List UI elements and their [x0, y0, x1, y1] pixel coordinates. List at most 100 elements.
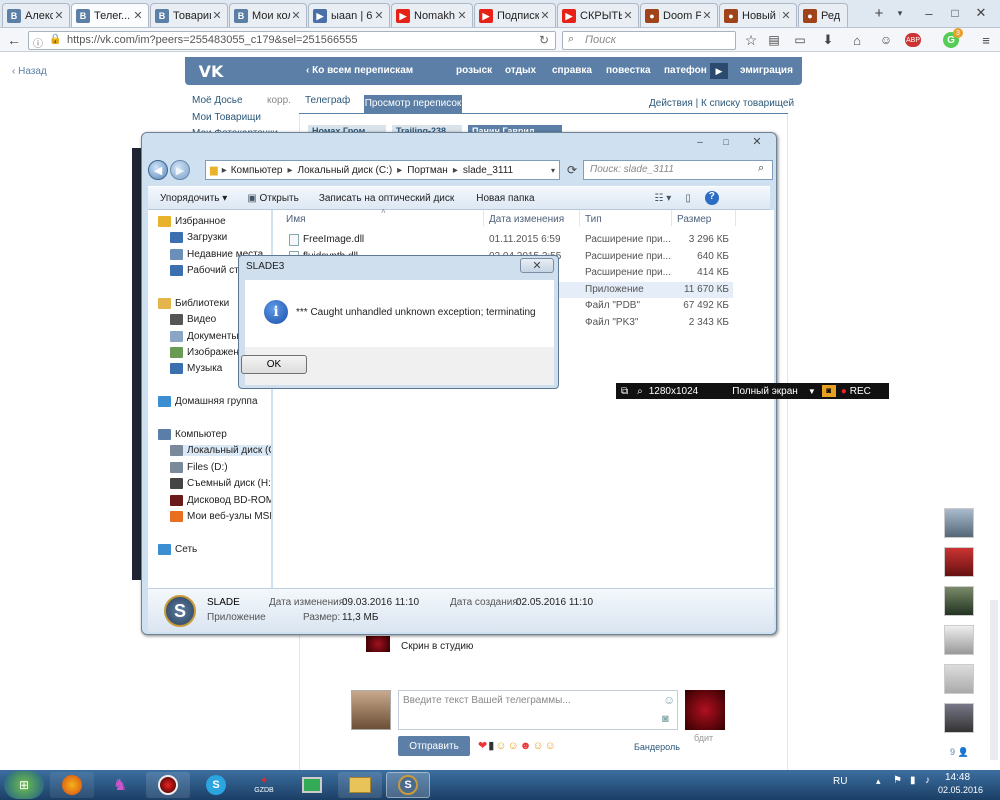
- nav-otdykh[interactable]: отдых: [505, 65, 536, 76]
- view-options-icon[interactable]: ☷ ▾: [655, 193, 672, 204]
- close-icon[interactable]: ✕: [972, 4, 990, 22]
- recorder-rec[interactable]: REC: [850, 386, 871, 397]
- nav-item[interactable]: Съемный диск (H:): [170, 478, 271, 489]
- pocket-icon[interactable]: ▭: [792, 31, 808, 49]
- column-divider[interactable]: [671, 210, 672, 226]
- action-center-icon[interactable]: ⚑: [893, 775, 902, 786]
- search-input[interactable]: ⌕ Поиск: [562, 31, 736, 50]
- record-dot-icon[interactable]: ●: [841, 386, 847, 397]
- smiley-icon[interactable]: ☺: [878, 31, 894, 49]
- open-button[interactable]: ▣ Открыть: [247, 193, 299, 204]
- nav-item[interactable]: Мои веб-узлы MSN: [170, 511, 271, 522]
- nav-item[interactable]: Домашняя группа: [158, 396, 258, 407]
- bookmark-star-icon[interactable]: ☆: [743, 31, 759, 49]
- taskbar-monitor[interactable]: [290, 772, 334, 798]
- tab-close-icon[interactable]: ✕: [539, 9, 551, 22]
- maximize-icon[interactable]: □: [714, 135, 738, 149]
- taskbar-skype[interactable]: S: [194, 772, 238, 798]
- page-scrollbar[interactable]: [990, 600, 998, 760]
- breadcrumb-computer[interactable]: Компьютер: [231, 165, 283, 176]
- nav-item[interactable]: Дисковод BD-ROM: [170, 495, 271, 506]
- tab-close-icon[interactable]: ✕: [622, 9, 634, 22]
- online-friend-avatar[interactable]: [944, 625, 974, 655]
- nav-item[interactable]: Библиотеки: [158, 298, 229, 309]
- browser-tab[interactable]: B Товарищ...✕: [150, 3, 228, 27]
- play-icon[interactable]: ▶: [710, 63, 728, 79]
- menu-icon[interactable]: ≡: [978, 31, 994, 49]
- clock-time[interactable]: 14:48: [945, 772, 970, 783]
- home-icon[interactable]: ⌂: [849, 31, 865, 49]
- smile-emoji-icon[interactable]: ☺☺: [495, 740, 519, 752]
- camera-icon[interactable]: ◙: [821, 385, 836, 397]
- download-icon[interactable]: ⬇: [820, 31, 836, 49]
- browser-tab[interactable]: ● Новый D...✕: [719, 3, 797, 27]
- new-folder-button[interactable]: Новая папка: [476, 193, 534, 204]
- vk-logo[interactable]: VK: [193, 61, 229, 81]
- tab-close-icon[interactable]: ✕: [211, 9, 223, 22]
- browser-tab[interactable]: ● Doom Po...✕: [640, 3, 718, 27]
- explorer-search-input[interactable]: Поиск: slade_3111 ⌕: [583, 160, 773, 180]
- nav-povestka[interactable]: повестка: [606, 65, 651, 76]
- burn-button[interactable]: Записать на оптический диск: [319, 193, 454, 204]
- parcel-link[interactable]: Бандероль: [634, 742, 680, 752]
- column-size[interactable]: Размер: [677, 214, 711, 225]
- heart-emoji-icon[interactable]: ❤: [478, 740, 488, 752]
- sidebar-item-friends[interactable]: Мои Товарищи: [192, 112, 261, 123]
- nav-spravka[interactable]: справка: [552, 65, 592, 76]
- reload-icon[interactable]: ↻: [539, 33, 549, 47]
- minimize-icon[interactable]: –: [688, 135, 712, 149]
- file-row[interactable]: FreeImage.dll 01.11.2015 6:59 Расширение п…: [273, 232, 733, 248]
- new-tab-icon[interactable]: +: [872, 5, 886, 22]
- nav-item[interactable]: Избранное: [158, 216, 226, 227]
- recorder-mode[interactable]: Полный экран: [732, 386, 798, 397]
- browser-tab[interactable]: B Мои колл...✕: [229, 3, 307, 27]
- love-emoji-icon[interactable]: ☻: [520, 740, 533, 752]
- browser-tab[interactable]: ▶ Подписк...✕: [474, 3, 556, 27]
- online-friend-avatar[interactable]: [944, 703, 974, 733]
- back-link[interactable]: ‹ Назад: [12, 66, 47, 77]
- maximize-icon[interactable]: □: [946, 4, 964, 22]
- adblock-icon[interactable]: ABP: [905, 33, 921, 47]
- my-avatar[interactable]: [351, 690, 391, 730]
- network-icon[interactable]: ▮: [910, 775, 916, 786]
- refresh-icon[interactable]: ⟳: [564, 161, 580, 179]
- tab-close-icon[interactable]: ✕: [456, 9, 468, 22]
- taskbar-game[interactable]: ♞: [98, 772, 142, 798]
- column-type[interactable]: Тип: [585, 214, 602, 225]
- forward-arrow-icon[interactable]: ▶: [170, 160, 190, 180]
- taskbar-record-app[interactable]: [146, 772, 190, 798]
- peer-avatar[interactable]: [685, 690, 725, 730]
- info-icon[interactable]: ⓘ: [33, 35, 43, 50]
- online-friend-avatar[interactable]: [944, 547, 974, 577]
- minimize-icon[interactable]: –: [920, 4, 938, 22]
- column-name[interactable]: Имя: [286, 214, 305, 225]
- taskbar-gzdb[interactable]: ✦ GZDB: [242, 772, 286, 798]
- nav-item[interactable]: Документы: [170, 331, 239, 342]
- sidebar-item-dossier[interactable]: Моё Досье: [192, 95, 243, 106]
- tab-close-icon[interactable]: ✕: [701, 9, 713, 22]
- nav-item[interactable]: Компьютер: [158, 429, 227, 440]
- send-button[interactable]: Отправить: [398, 736, 470, 756]
- address-bar[interactable]: ▆ ▸ Компьютер ▸ Локальный диск (C:) ▸ По…: [205, 160, 560, 180]
- volume-icon[interactable]: ♪: [925, 775, 930, 786]
- online-friend-avatar[interactable]: [944, 586, 974, 616]
- organize-button[interactable]: Упорядочить ▾: [160, 193, 227, 204]
- back-arrow-icon[interactable]: ◀: [148, 160, 168, 180]
- nav-rozysk[interactable]: розыск: [456, 65, 492, 76]
- column-divider[interactable]: [483, 210, 484, 226]
- nav-item[interactable]: Музыка: [170, 363, 222, 374]
- column-divider[interactable]: [735, 210, 736, 226]
- nav-item[interactable]: Локальный диск (C:): [170, 445, 271, 456]
- ok-button[interactable]: OK: [241, 355, 307, 374]
- breadcrumb-folder[interactable]: Портман: [407, 165, 448, 176]
- start-button[interactable]: ⊞: [4, 771, 44, 799]
- column-date[interactable]: Дата изменения: [489, 214, 564, 225]
- camera-icon[interactable]: ◙: [662, 713, 669, 725]
- browser-tab[interactable]: ▶ Nomakh ...✕: [391, 3, 473, 27]
- tab-close-icon[interactable]: ✕: [780, 9, 792, 22]
- preview-pane-icon[interactable]: ▯: [685, 193, 691, 204]
- browser-tab[interactable]: ● Ред: [798, 3, 848, 27]
- chevron-down-icon[interactable]: ▼: [808, 387, 816, 396]
- clock-date[interactable]: 02.05.2016: [938, 785, 983, 795]
- bookmarks-list-icon[interactable]: ▤: [766, 31, 782, 49]
